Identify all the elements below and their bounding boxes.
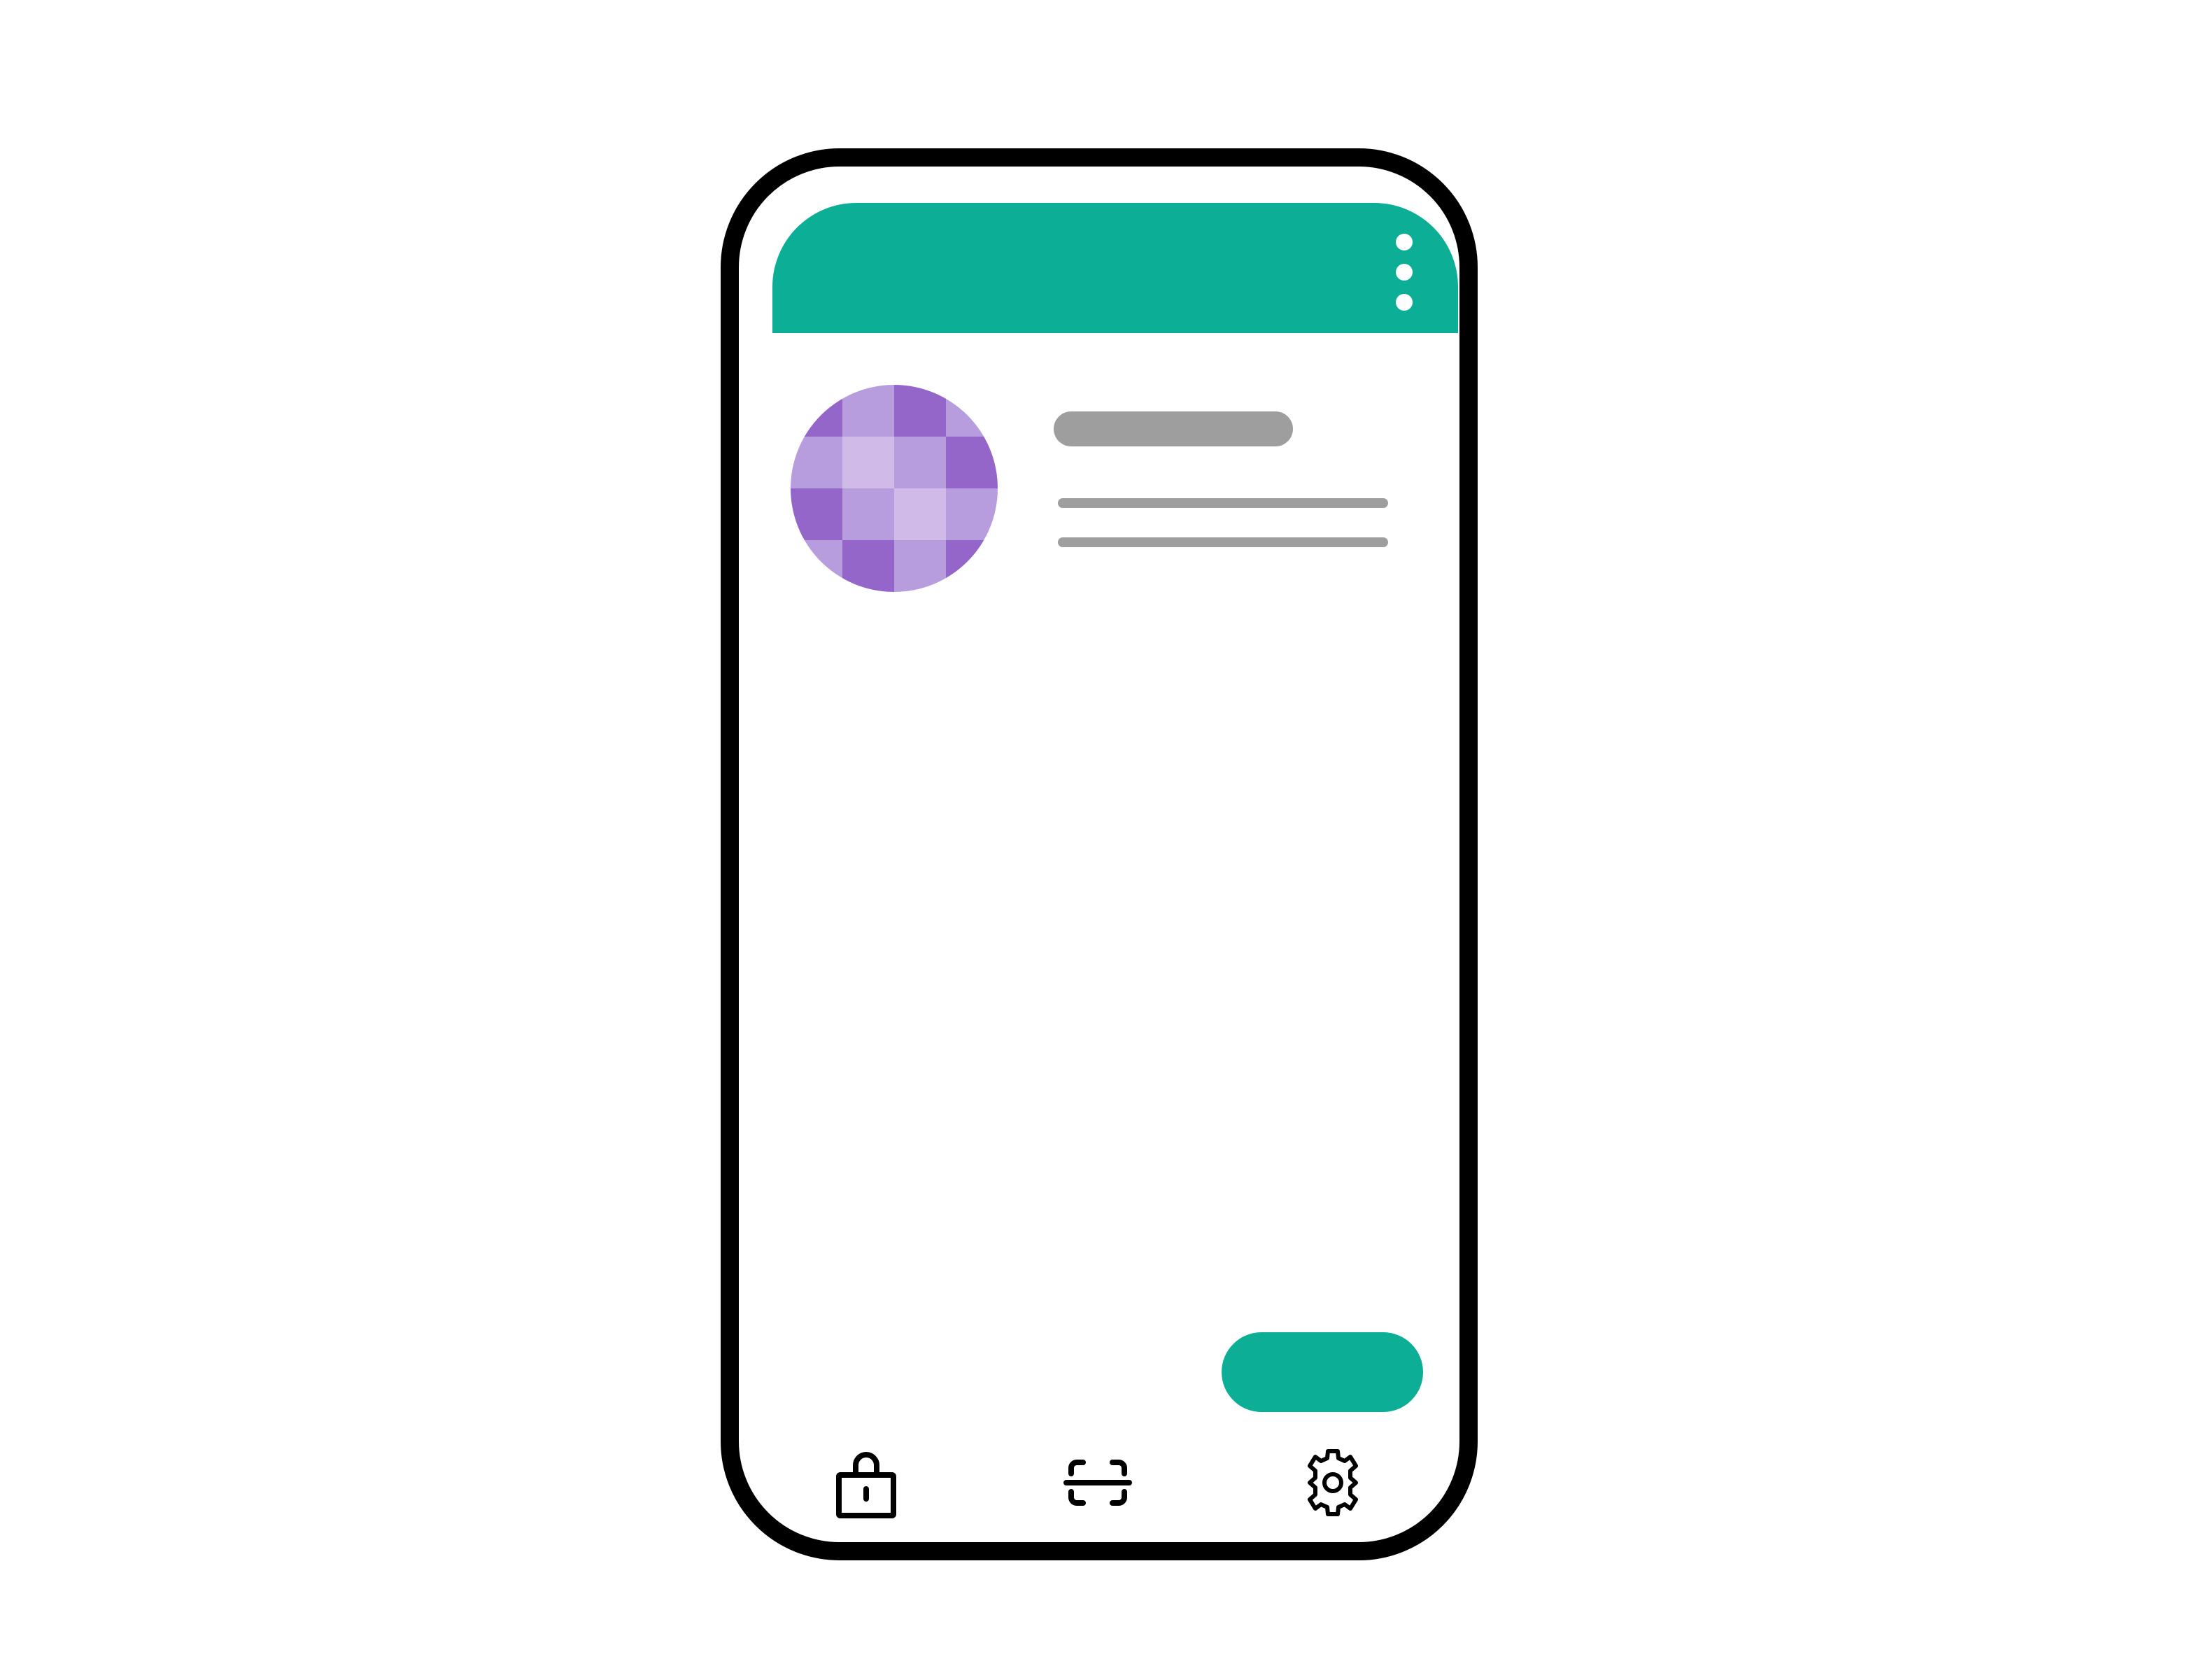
phone-frame: [721, 148, 1478, 1560]
profile-detail-line: [1058, 498, 1388, 508]
primary-action-button[interactable]: [1222, 1332, 1423, 1412]
avatar[interactable]: [791, 385, 998, 592]
pixel-globe-avatar-icon: [791, 385, 998, 592]
menu-dot: [1396, 234, 1413, 250]
more-vertical-icon[interactable]: [1392, 234, 1416, 311]
menu-dot: [1396, 264, 1413, 281]
screen: [0, 0, 2199, 1680]
lock-icon[interactable]: [831, 1444, 908, 1521]
app-bar: [772, 203, 1458, 333]
scan-icon[interactable]: [1059, 1444, 1136, 1521]
profile-name-placeholder: [1054, 411, 1293, 446]
gear-icon[interactable]: [1294, 1444, 1371, 1521]
profile-detail-line: [1058, 537, 1388, 547]
menu-dot: [1396, 294, 1413, 311]
